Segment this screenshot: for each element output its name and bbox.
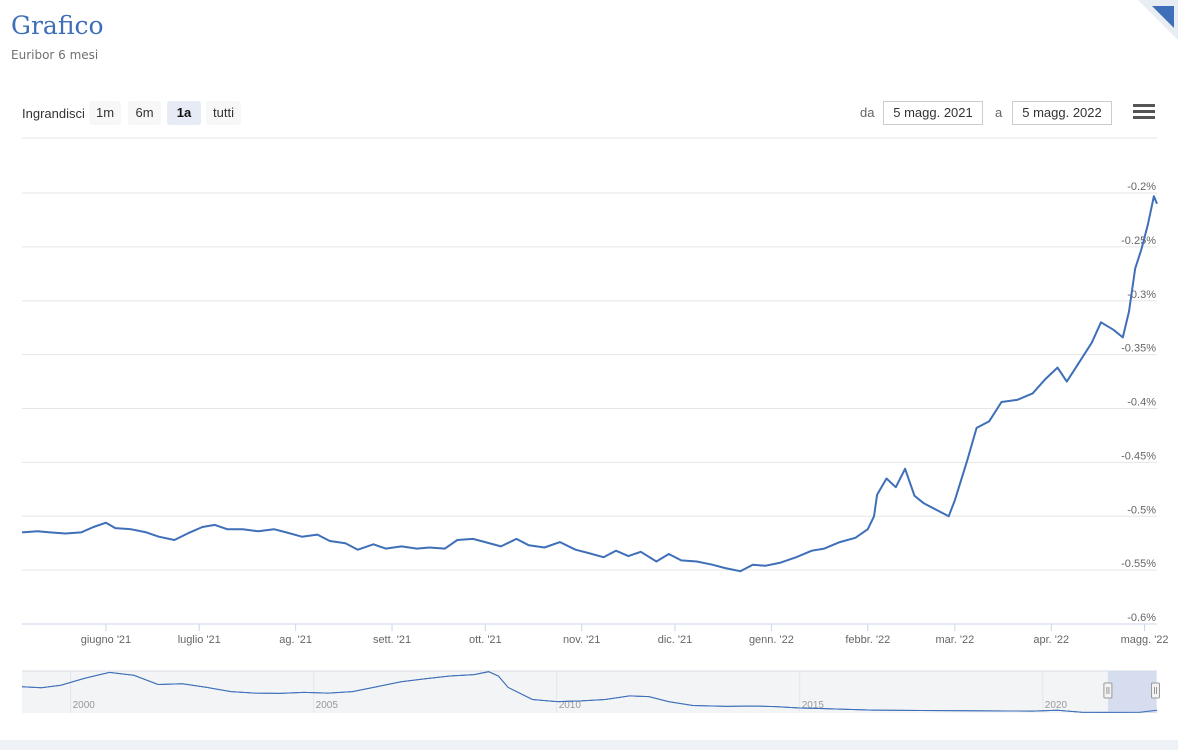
- x-tick-label: nov. '21: [563, 634, 600, 646]
- y-tick-label: -0.4%: [1127, 397, 1156, 409]
- x-tick-label: ott. '21: [469, 634, 502, 646]
- euribor-series-line[interactable]: [21, 195, 1158, 573]
- y-tick-label: -0.45%: [1121, 450, 1156, 462]
- y-tick-label: -0.55%: [1121, 558, 1156, 570]
- x-tick-label: mar. '22: [935, 634, 974, 646]
- x-tick-label: sett. '21: [373, 634, 411, 646]
- y-tick-label: -0.25%: [1121, 235, 1156, 247]
- x-axis: giugno '21 luglio '21 ag. '21 sett. '21 ott.…: [22, 623, 1169, 646]
- navigator-tick-label: 2015: [802, 700, 825, 711]
- navigator-left-handle[interactable]: [1103, 682, 1113, 699]
- navigator-selection[interactable]: [1107, 671, 1157, 713]
- navigator[interactable]: 2000 2005 2010 2015 2020: [21, 670, 1161, 713]
- y-tick-label: -0.5%: [1127, 504, 1156, 516]
- x-tick-label: ag. '21: [279, 634, 312, 646]
- y-tick-label: -0.35%: [1121, 343, 1156, 355]
- x-tick-label: genn. '22: [749, 634, 794, 646]
- y-tick-label: -0.6%: [1127, 612, 1156, 624]
- grid-lines: [22, 137, 1157, 625]
- x-tick-label: giugno '21: [81, 634, 131, 646]
- navigator-right-handle[interactable]: [1151, 682, 1161, 699]
- navigator-tick-label: 2020: [1045, 700, 1068, 711]
- x-tick-label: magg. '22: [1121, 634, 1169, 646]
- x-tick-label: febbr. '22: [845, 634, 890, 646]
- series-layer: [21, 195, 1158, 573]
- x-tick-label: apr. '22: [1033, 634, 1069, 646]
- y-axis: -0.2%-0.25%-0.3%-0.35%-0.4%-0.45%-0.5%-0…: [1121, 181, 1156, 624]
- x-tick-label: dic. '21: [658, 634, 693, 646]
- navigator-tick-label: 2000: [73, 700, 96, 711]
- euribor-chart: -0.2%-0.25%-0.3%-0.35%-0.4%-0.45%-0.5%-0…: [21, 137, 1169, 713]
- footer-band: [0, 740, 1178, 750]
- navigator-tick-label: 2005: [316, 700, 339, 711]
- x-tick-label: luglio '21: [178, 634, 221, 646]
- y-tick-label: -0.2%: [1127, 181, 1156, 193]
- navigator-background: [22, 671, 1157, 713]
